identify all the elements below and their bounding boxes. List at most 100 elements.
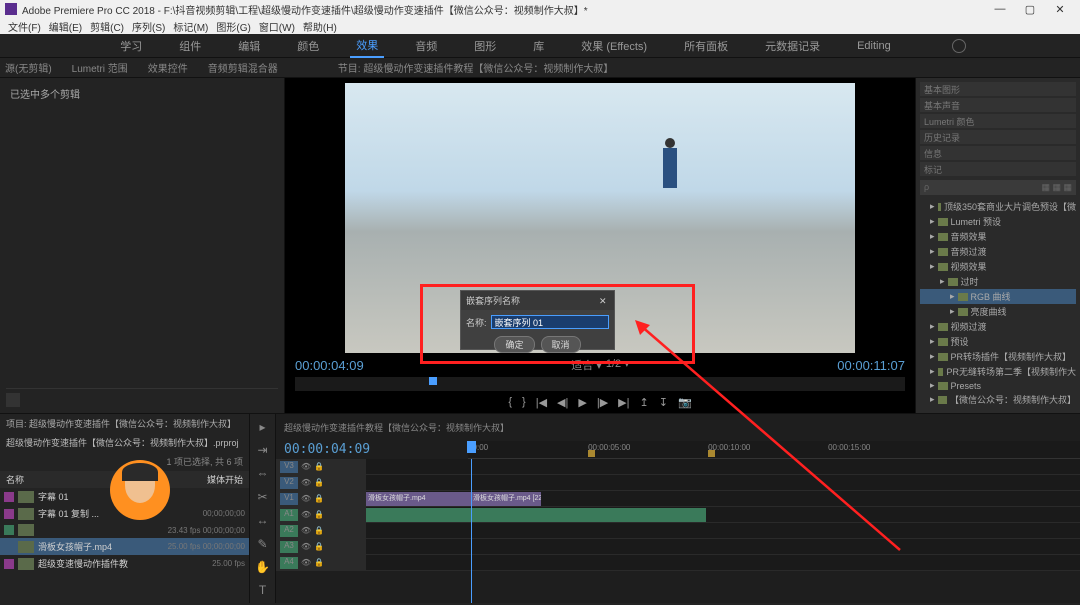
sequence-name-input[interactable] <box>491 315 609 329</box>
effects-tree-item[interactable]: ▸PR转场插件【视频制作大叔】 <box>920 349 1076 364</box>
menu-item[interactable]: 剪辑(C) <box>87 19 127 34</box>
track-select-tool-icon[interactable]: ⇥ <box>255 442 271 457</box>
menu-item[interactable]: 标记(M) <box>170 19 211 34</box>
play-icon[interactable]: ▶ <box>578 396 586 409</box>
effects-tree-item[interactable]: ▸音频效果 <box>920 229 1076 244</box>
fit-dropdown[interactable]: 适合 ▾ <box>571 357 602 373</box>
track-header[interactable]: V3👁🔒 <box>276 459 366 474</box>
playhead-indicator[interactable] <box>429 377 437 385</box>
scrub-bar[interactable] <box>295 377 905 391</box>
maximize-button[interactable]: ▢ <box>1015 0 1045 18</box>
mark-out-icon[interactable]: } <box>522 396 526 408</box>
project-panel-tab[interactable]: 项目: 超级慢动作变速插件【微信公众号：视频制作大叔】 <box>0 414 249 433</box>
effects-tree-item[interactable]: ▸PR无缝转场第二季【视频制作大 <box>920 364 1076 379</box>
time-ruler[interactable]: 00:0000:00:05:0000:00:10:0000:00:15:00 <box>468 441 1080 459</box>
effects-tree-item[interactable]: ▸过时 <box>920 274 1076 289</box>
timeline-clip[interactable]: 滑板女孩帽子.mp4 <box>366 492 471 506</box>
track-header[interactable]: A3👁🔒 <box>276 539 366 554</box>
effects-tree-item[interactable]: ▸RGB 曲线 <box>920 289 1076 304</box>
project-item[interactable]: 滑板女孩帽子.mp425.00 fps 00;00;00;00 <box>0 538 249 555</box>
menu-item[interactable]: 文件(F) <box>5 19 44 34</box>
effects-tree-item[interactable]: ▸顶级350套商业大片调色预设【微 <box>920 199 1076 214</box>
lumetri-scopes-tab[interactable]: Lumetri 范围 <box>72 60 128 75</box>
workspace-tab[interactable]: 元数据记录 <box>759 35 826 57</box>
menu-item[interactable]: 序列(S) <box>129 19 168 34</box>
audio-mixer-tab[interactable]: 音频剪辑混合器 <box>208 60 278 75</box>
current-timecode[interactable]: 00:00:04:09 <box>295 358 364 373</box>
menu-item[interactable]: 窗口(W) <box>256 19 298 34</box>
razor-tool-icon[interactable]: ✂ <box>255 489 271 504</box>
workspace-tab[interactable]: 效果 (Effects) <box>575 35 653 57</box>
extract-icon[interactable]: ↧ <box>659 396 668 409</box>
source-tab[interactable]: 源(无剪辑) <box>5 60 52 75</box>
workspace-tab[interactable]: 编辑 <box>232 35 266 57</box>
timeline-tab[interactable]: 超级慢动作变速插件教程【微信公众号：视频制作大叔】 <box>284 421 509 434</box>
panel-section-header[interactable]: 标记 <box>920 162 1076 176</box>
program-monitor-tab[interactable]: 节目: 超级慢动作变速插件教程【微信公众号：视频制作大叔】 <box>338 60 614 75</box>
cancel-button[interactable]: 取消 <box>541 336 581 353</box>
workspace-tab[interactable]: 颜色 <box>291 35 325 57</box>
track-header[interactable]: A2👁🔒 <box>276 523 366 538</box>
workspace-tab[interactable]: 学习 <box>114 35 148 57</box>
project-item[interactable]: 23.43 fps 00;00;00;00 <box>0 522 249 538</box>
lift-icon[interactable]: ↥ <box>640 396 649 409</box>
timeline-timecode[interactable]: 00:00:04:09 <box>276 440 378 459</box>
effect-controls-tab[interactable]: 效果控件 <box>148 60 188 75</box>
effects-search-input[interactable]: ρ <box>924 182 929 193</box>
effects-tree-item[interactable]: ▸视频效果 <box>920 259 1076 274</box>
mark-in-icon[interactable]: { <box>508 396 512 408</box>
ok-button[interactable]: 确定 <box>494 336 534 353</box>
panel-section-header[interactable]: 基本图形 <box>920 82 1076 96</box>
track-body[interactable] <box>366 475 1080 490</box>
export-frame-icon[interactable]: 📷 <box>678 396 692 409</box>
effects-tree-item[interactable]: ▸亮度曲线 <box>920 304 1076 319</box>
panel-section-header[interactable]: 信息 <box>920 146 1076 160</box>
workspace-tab[interactable]: 所有面板 <box>678 35 734 57</box>
slip-tool-icon[interactable]: ↔ <box>255 513 271 528</box>
pen-tool-icon[interactable]: ✎ <box>255 536 271 551</box>
workspace-tab[interactable]: 组件 <box>173 35 207 57</box>
resolution-dropdown[interactable]: 1/2 ▾ <box>606 357 630 373</box>
selection-tool-icon[interactable]: ▸ <box>255 419 271 434</box>
col-name-header[interactable]: 名称 <box>6 473 24 486</box>
effects-tree-item[interactable]: ▸【微信公众号：视频制作大叔】 <box>920 392 1076 407</box>
menu-item[interactable]: 帮助(H) <box>300 19 340 34</box>
track-body[interactable] <box>366 459 1080 474</box>
menu-item[interactable]: 图形(G) <box>213 19 253 34</box>
track-body[interactable] <box>366 507 1080 522</box>
effects-tree-item[interactable]: ▸音频过渡 <box>920 244 1076 259</box>
panel-section-header[interactable]: 基本声音 <box>920 98 1076 112</box>
close-button[interactable]: ✕ <box>1045 0 1075 18</box>
track-header[interactable]: A4👁🔒 <box>276 555 366 570</box>
step-forward-icon[interactable]: |▶ <box>597 396 608 409</box>
type-tool-icon[interactable]: T <box>255 583 271 598</box>
hand-tool-icon[interactable]: ✋ <box>255 559 271 574</box>
track-body[interactable] <box>366 555 1080 570</box>
effects-tree-item[interactable]: ▸Presets <box>920 379 1076 392</box>
effects-tree-item[interactable]: ▸Lumetri 预设 <box>920 214 1076 229</box>
timeline-clip[interactable]: 滑板女孩帽子.mp4 [22.08%] <box>471 492 541 506</box>
col-media-header[interactable]: 媒体开始 <box>207 473 243 486</box>
dialog-close-icon[interactable]: ✕ <box>599 296 609 306</box>
track-body[interactable]: 滑板女孩帽子.mp4滑板女孩帽子.mp4 [22.08%] <box>366 491 1080 506</box>
search-icon[interactable] <box>952 39 966 53</box>
track-header[interactable]: A1👁🔒 <box>276 507 366 522</box>
menu-item[interactable]: 编辑(E) <box>46 19 85 34</box>
panel-options-icon[interactable] <box>6 393 20 407</box>
go-to-out-icon[interactable]: ▶| <box>618 396 629 409</box>
timeline-playhead[interactable] <box>471 459 472 603</box>
effects-filter-icons[interactable]: ▦ ▦ ▦ <box>1041 182 1072 193</box>
ripple-edit-tool-icon[interactable]: ⇔ <box>255 466 271 481</box>
workspace-tab[interactable]: Editing <box>851 37 897 55</box>
go-to-in-icon[interactable]: |◀ <box>536 396 547 409</box>
panel-section-header[interactable]: Lumetri 颜色 <box>920 114 1076 128</box>
workspace-tab[interactable]: 库 <box>527 35 550 57</box>
minimize-button[interactable]: — <box>985 0 1015 18</box>
track-header[interactable]: V1👁🔒 <box>276 491 366 506</box>
track-body[interactable] <box>366 539 1080 554</box>
workspace-tab[interactable]: 效果 <box>350 34 384 58</box>
timeline-clip[interactable] <box>366 508 706 522</box>
track-body[interactable] <box>366 523 1080 538</box>
project-item[interactable]: 超级变速慢动作插件教25.00 fps <box>0 555 249 572</box>
panel-section-header[interactable]: 历史记录 <box>920 130 1076 144</box>
